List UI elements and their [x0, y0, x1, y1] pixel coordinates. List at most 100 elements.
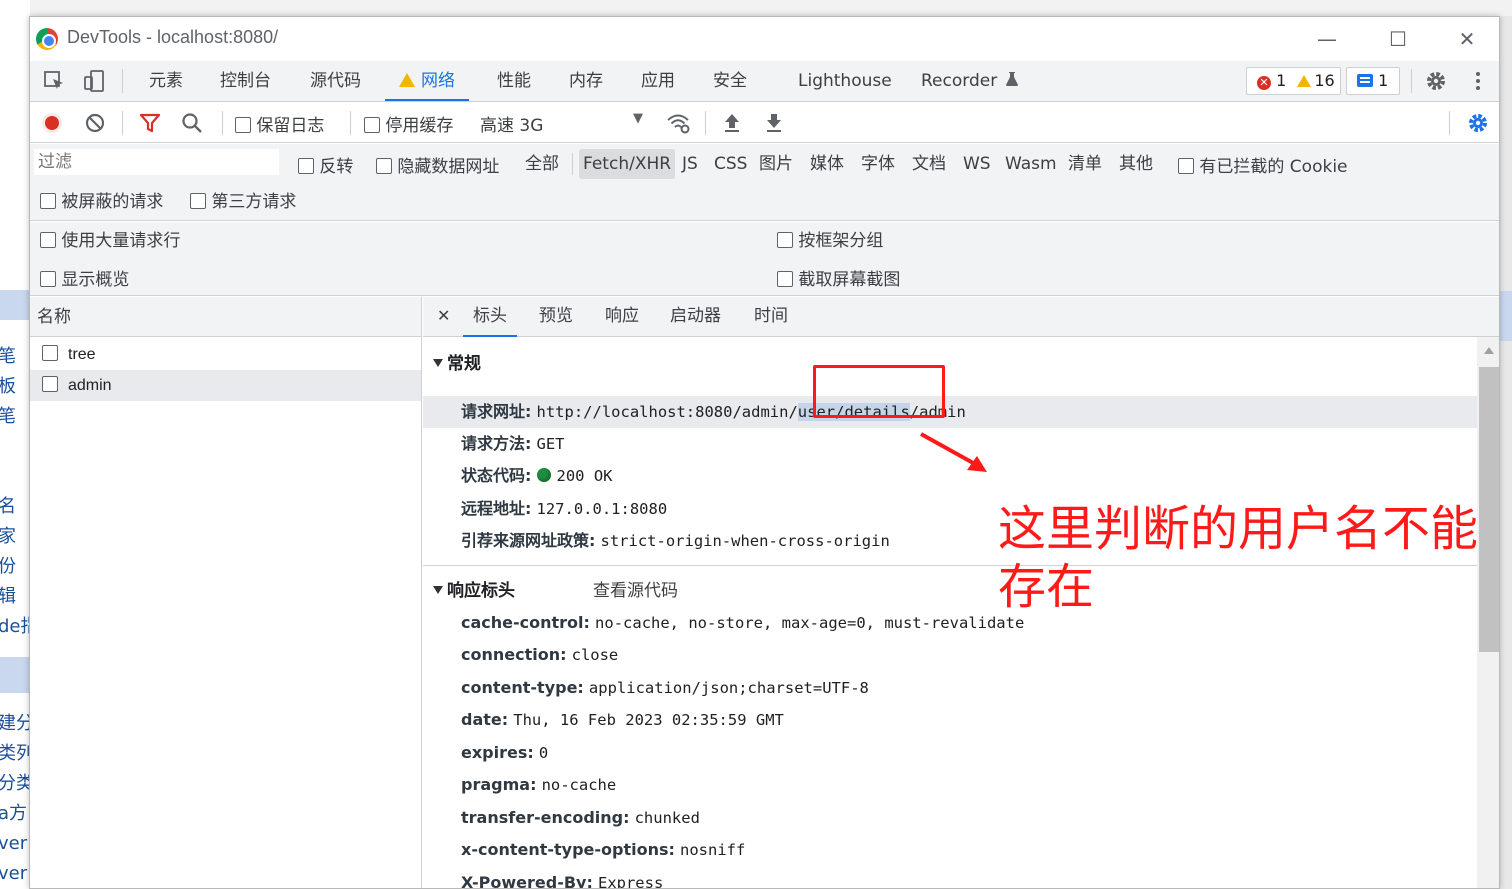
row-checkbox[interactable]: [42, 345, 58, 361]
tab-timing[interactable]: 时间: [754, 297, 788, 337]
third-party-checkbox[interactable]: 第三方请求: [190, 187, 296, 212]
tab-security[interactable]: 安全: [713, 61, 747, 101]
request-method-row: 请求方法: GET: [461, 429, 565, 459]
filter-type-img[interactable]: 图片: [755, 149, 797, 179]
remote-address-label: 远程地址:: [461, 499, 532, 518]
clear-icon[interactable]: [83, 111, 107, 135]
tab-console[interactable]: 控制台: [220, 61, 271, 101]
warning-icon: [1297, 75, 1312, 87]
background-text: 笔: [0, 406, 16, 427]
column-header-name[interactable]: 名称: [30, 297, 421, 337]
device-toolbar-icon[interactable]: [82, 69, 106, 93]
disable-cache-checkbox[interactable]: 停用缓存: [364, 111, 453, 136]
show-overview-checkbox[interactable]: 显示概览: [40, 265, 129, 290]
group-by-frame-checkbox[interactable]: 按框架分组: [777, 226, 883, 251]
filter-input[interactable]: [34, 149, 279, 175]
general-section-toggle[interactable]: 常规: [433, 349, 481, 374]
tab-sources[interactable]: 源代码: [310, 61, 361, 101]
filter-type-css[interactable]: CSS: [710, 149, 751, 179]
network-settings-pane: 使用大量请求行 按框架分组 显示概览 截取屏幕截图: [30, 222, 1499, 296]
filter-type-js[interactable]: JS: [678, 149, 702, 179]
filter-type-font[interactable]: 字体: [857, 149, 899, 179]
tab-headers[interactable]: 标头: [463, 297, 517, 337]
network-conditions-icon[interactable]: [666, 111, 690, 135]
row-checkbox[interactable]: [42, 376, 58, 392]
filter-type-other[interactable]: 其他: [1115, 149, 1157, 179]
minimize-button[interactable]: —: [1307, 25, 1347, 53]
invert-checkbox[interactable]: 反转: [298, 152, 353, 177]
status-code-value: 200 OK: [556, 467, 613, 485]
throttle-select[interactable]: 高速 3G: [480, 111, 543, 136]
filter-type-media[interactable]: 媒体: [806, 149, 848, 179]
filter-type-ws[interactable]: WS: [959, 149, 995, 179]
warning-count: 16: [1314, 71, 1335, 90]
background-text: 板: [0, 376, 16, 397]
capture-screenshots-checkbox[interactable]: 截取屏幕截图: [777, 265, 900, 290]
invert-label: 反转: [319, 157, 354, 177]
throttle-dropdown-icon[interactable]: ▼: [633, 111, 643, 126]
background-text: 名: [0, 496, 16, 517]
response-headers-toggle[interactable]: 响应标头: [433, 576, 515, 601]
response-header-row: transfer-encoding: chunked: [461, 808, 700, 827]
filter-type-wasm[interactable]: Wasm: [1001, 149, 1061, 179]
response-header-row: x-content-type-options: nosniff: [461, 840, 746, 859]
record-icon[interactable]: [40, 111, 64, 135]
filter-type-doc[interactable]: 文档: [908, 149, 950, 179]
filter-type-manifest[interactable]: 清单: [1064, 149, 1106, 179]
export-har-icon[interactable]: [762, 111, 786, 135]
chrome-logo-icon: [36, 28, 58, 50]
request-row-selected[interactable]: admin: [30, 370, 421, 401]
message-icon: [1357, 74, 1373, 87]
preserve-log-checkbox[interactable]: 保留日志: [235, 111, 324, 136]
background-text: 家: [0, 526, 16, 547]
tab-network[interactable]: 网络: [385, 61, 469, 101]
tab-response[interactable]: 响应: [605, 297, 639, 337]
request-list: 名称 tree admin: [30, 297, 422, 888]
close-detail-icon[interactable]: ✕: [437, 297, 450, 337]
remote-address-value: 127.0.0.1:8080: [536, 500, 668, 518]
inspect-element-icon[interactable]: [42, 69, 66, 93]
maximize-button[interactable]: ☐: [1378, 25, 1418, 53]
hide-data-urls-checkbox[interactable]: 隐藏数据网址: [376, 152, 499, 177]
issues-counter[interactable]: ✕ 1 16: [1246, 67, 1341, 95]
filter-type-all[interactable]: 全部: [521, 149, 563, 179]
background-text: i: [0, 462, 1, 492]
tab-application[interactable]: 应用: [641, 61, 675, 101]
remote-address-row: 远程地址: 127.0.0.1:8080: [461, 494, 667, 524]
blocked-requests-checkbox[interactable]: 被屏蔽的请求: [40, 187, 163, 212]
tab-elements[interactable]: 元素: [149, 61, 183, 101]
response-header-row: date: Thu, 16 Feb 2023 02:35:59 GMT: [461, 710, 784, 729]
search-icon[interactable]: [180, 111, 204, 135]
tab-lighthouse[interactable]: Lighthouse: [798, 61, 892, 101]
background-text: 分类: [0, 773, 30, 794]
import-har-icon[interactable]: [720, 111, 744, 135]
view-source-link[interactable]: 查看源代码: [593, 576, 678, 601]
blocked-requests-label: 被屏蔽的请求: [61, 192, 164, 212]
window-title: DevTools - localhost:8080/: [67, 27, 279, 47]
tab-preview[interactable]: 预览: [539, 297, 573, 337]
response-header-row: content-type: application/json;charset=U…: [461, 678, 869, 697]
tab-recorder[interactable]: Recorder: [921, 61, 1019, 101]
network-settings-gear-icon[interactable]: [1466, 111, 1490, 135]
close-window-button[interactable]: ✕: [1447, 25, 1487, 53]
scroll-up-arrow-icon[interactable]: [1484, 347, 1494, 354]
big-request-rows-checkbox[interactable]: 使用大量请求行: [40, 226, 180, 251]
request-url-label: 请求网址:: [461, 402, 532, 421]
background-text: ver: [0, 863, 28, 884]
network-toolbar: 保留日志 停用缓存 高速 3G ▼: [30, 103, 1499, 143]
tab-initiator[interactable]: 启动器: [670, 297, 721, 337]
tab-performance[interactable]: 性能: [497, 61, 531, 101]
more-options-icon[interactable]: [1466, 69, 1490, 93]
blocked-cookies-checkbox[interactable]: 有已拦截的 Cookie: [1178, 152, 1348, 177]
referrer-policy-value: strict-origin-when-cross-origin: [600, 532, 890, 550]
filter-type-fetch-xhr[interactable]: Fetch/XHR: [579, 149, 676, 179]
request-row[interactable]: tree: [30, 339, 421, 370]
tab-memory[interactable]: 内存: [569, 61, 603, 101]
status-code-row: 状态代码: 200 OK: [461, 461, 613, 491]
filter-icon[interactable]: [138, 111, 162, 135]
messages-counter[interactable]: 1: [1346, 67, 1400, 95]
settings-gear-icon[interactable]: [1424, 69, 1448, 93]
status-code-label: 状态代码:: [461, 466, 532, 485]
background-page-sidebar: 笔 板 笔 i i 名 家 份 辑 de指 建分 类列 分类 a方 ver ve…: [0, 0, 30, 889]
background-text: 笔: [0, 346, 16, 367]
